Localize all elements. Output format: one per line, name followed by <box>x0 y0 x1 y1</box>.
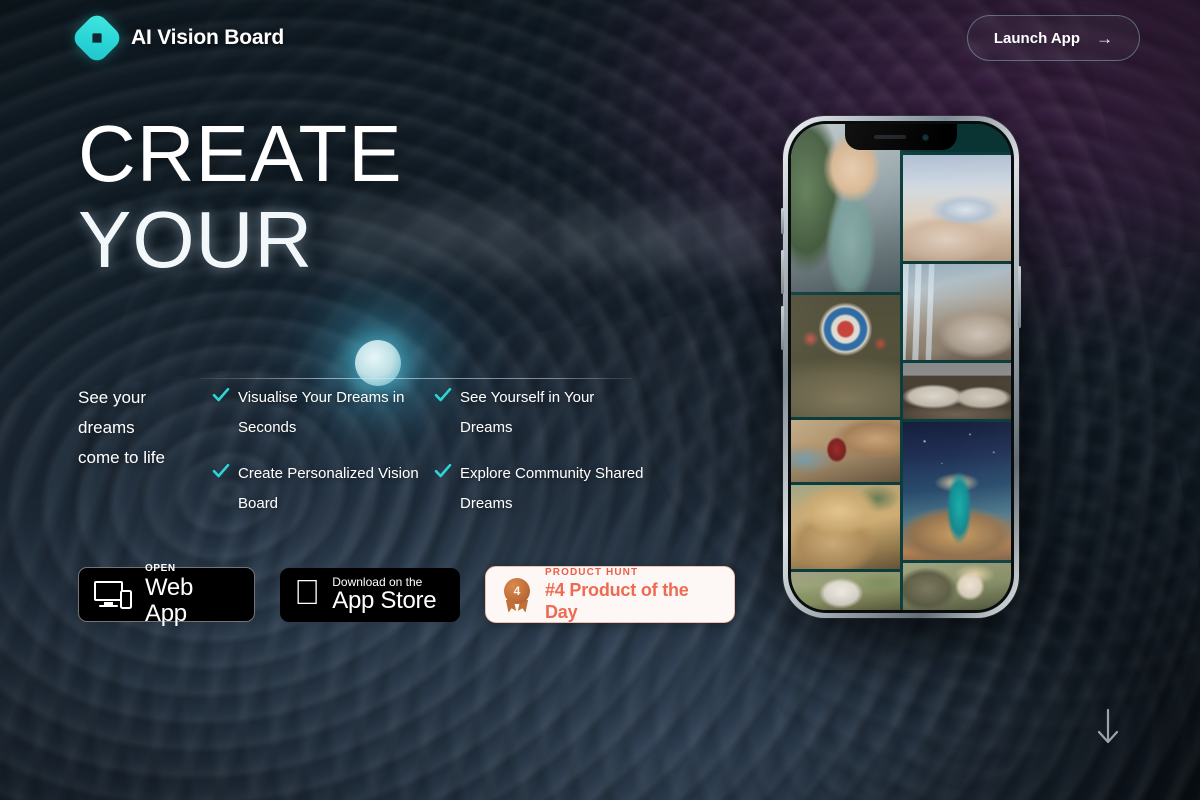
tagline: See your dreams come to life <box>78 383 198 535</box>
vision-image-private-jet-in-clouds[interactable] <box>902 155 1011 261</box>
glow-orb <box>355 340 401 386</box>
open-web-app-button[interactable]: OPEN Web App <box>78 563 255 626</box>
check-icon <box>212 462 230 480</box>
site-header: AI Vision Board Launch App → <box>0 0 1200 76</box>
check-icon <box>434 386 452 404</box>
feature-column-left: Visualise Your Dreams in Seconds Create … <box>212 383 424 535</box>
web-app-label-group: OPEN Web App <box>145 563 239 627</box>
tagline-line-3: come to life <box>78 448 165 467</box>
check-icon <box>212 386 230 404</box>
vision-image-woman-teal-gown-galaxy[interactable] <box>902 422 1011 560</box>
hero-line-1: CREATE <box>78 109 403 198</box>
devices-monitor-phone-icon <box>94 580 132 610</box>
launch-app-label: Launch App <box>993 29 1080 47</box>
phone-notch <box>845 124 957 150</box>
feature-label: Create Personalized Vision Board <box>238 465 419 512</box>
brand-name: AI Vision Board <box>131 26 284 49</box>
app-store-large-label: App Store <box>306 586 436 614</box>
earpiece-speaker-icon <box>873 135 906 139</box>
vision-image-woman-on-cliff-landscape[interactable] <box>902 563 1011 610</box>
phone-bezel <box>788 121 1014 613</box>
feature-item: Visualise Your Dreams in Seconds <box>212 383 424 443</box>
vision-image-modern-living-room-sofa[interactable] <box>902 363 1011 419</box>
vision-image-woman-red-dress-canyon[interactable] <box>791 420 900 482</box>
tagline-line-1: See your <box>78 388 147 407</box>
feature-column-right: See Yourself in Your Dreams Explore Comm… <box>434 383 646 535</box>
phone-volume-up-button <box>781 250 784 294</box>
hero-heading: CREATE YOUR DREAMS <box>78 109 763 284</box>
product-hunt-label-group: PRODUCT HUNT #4 Product of the Day <box>545 566 718 623</box>
check-icon <box>434 462 452 480</box>
arrow-right-icon: → <box>1096 28 1113 48</box>
feature-label: See Yourself in Your Dreams <box>460 389 595 436</box>
product-hunt-small-label: PRODUCT HUNT <box>545 567 639 578</box>
web-app-large-label: Web App <box>145 573 194 627</box>
web-app-small-label: OPEN <box>145 562 176 574</box>
feature-label: Explore Community Shared Dreams <box>460 465 644 512</box>
diamond-logo-icon <box>70 11 124 65</box>
vision-image-hot-air-balloons-cappadocia[interactable] <box>791 295 900 417</box>
phone-mockup <box>759 116 1043 644</box>
feature-item: See Yourself in Your Dreams <box>434 383 646 443</box>
section-divider <box>200 378 632 379</box>
feature-item: Create Personalized Vision Board <box>212 459 424 519</box>
arrow-down-icon <box>1097 708 1119 744</box>
app-store-small-label: Download on the <box>306 574 422 589</box>
hero-line-3-blurred: DREAMS <box>335 195 773 284</box>
vision-image-luxury-loft-interior[interactable] <box>902 264 1011 360</box>
phone-mute-switch <box>781 208 784 234</box>
grid-column-left <box>791 124 900 610</box>
product-hunt-large-label: #4 Product of the Day <box>545 580 689 622</box>
scroll-down-button[interactable] <box>1094 707 1122 752</box>
features-section: See your dreams come to life Visualise Y… <box>78 383 648 535</box>
hero-line-2: YOUR <box>78 195 314 284</box>
medal-rank: 4 <box>504 577 530 604</box>
vision-board-grid <box>791 124 1011 610</box>
phone-power-button <box>1018 266 1021 328</box>
apple-logo-icon:  <box>294 575 320 610</box>
app-store-label-group: Download on the App Store <box>332 576 436 614</box>
phone-screen <box>791 124 1011 610</box>
tagline-line-2: dreams <box>78 418 135 437</box>
phone-volume-down-button <box>781 306 784 350</box>
front-camera-icon <box>921 133 929 141</box>
hero-landing-page: AI Vision Board Launch App → CREATE YOUR… <box>0 0 1200 800</box>
brand-logo[interactable]: AI Vision Board <box>70 11 284 65</box>
vision-image-lion-portrait[interactable] <box>791 485 900 569</box>
app-store-button[interactable]:  Download on the App Store <box>280 567 460 622</box>
vision-image-woman-white-outfit-nature[interactable] <box>791 572 900 610</box>
product-hunt-badge[interactable]: 4 PRODUCT HUNT #4 Product of the Day <box>485 566 735 623</box>
download-buttons-row: OPEN Web App  Download on the App Store… <box>78 563 735 626</box>
grid-column-right <box>902 124 1011 610</box>
feature-item: Explore Community Shared Dreams <box>434 459 646 519</box>
launch-app-button[interactable]: Launch App → <box>966 15 1140 61</box>
medal-ribbon-icon: 4 <box>502 577 532 612</box>
feature-label: Visualise Your Dreams in Seconds <box>238 389 405 436</box>
phone-frame <box>781 116 1021 618</box>
